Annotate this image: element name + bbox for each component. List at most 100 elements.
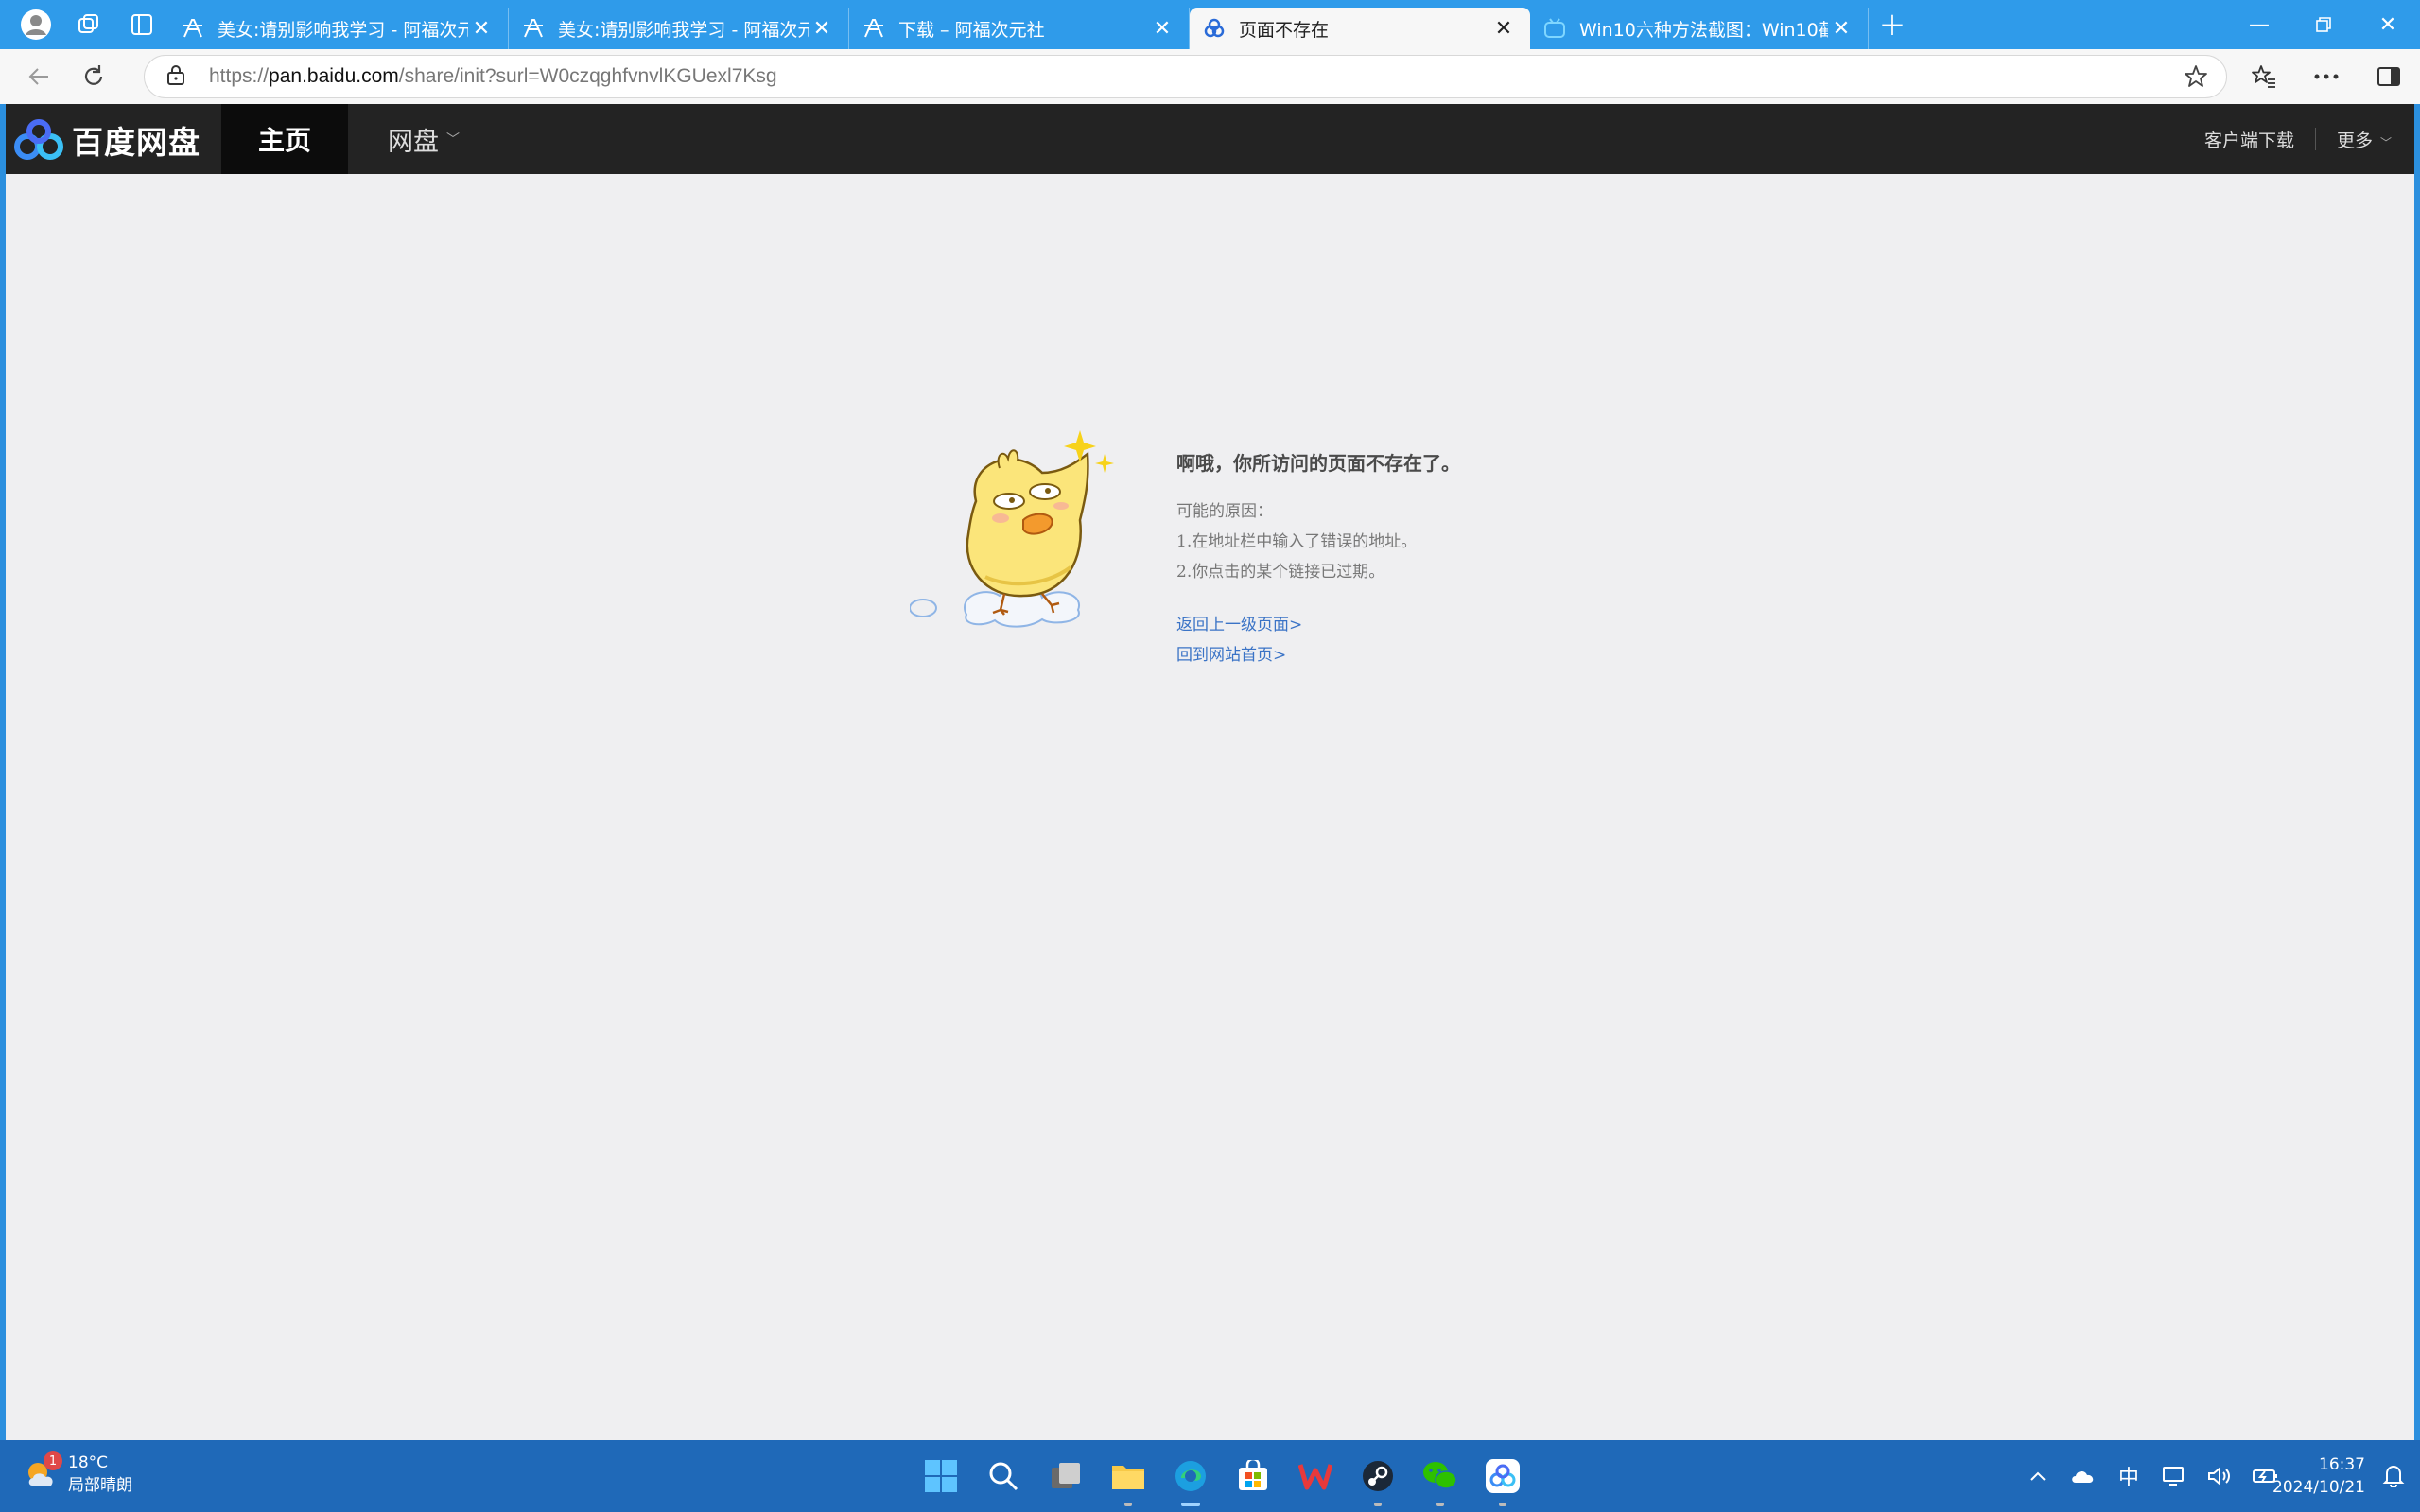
more-menu[interactable]: 更多 ﹀ [2337, 127, 2392, 152]
weather-description: 局部晴朗 [68, 1476, 132, 1495]
browser-tab-bar: 美女:请别影响我学习 - 阿福次元社 ✕ 美女:请别影响我学习 - 阿福次元社 … [0, 0, 2420, 49]
close-window-button[interactable]: ✕ [2356, 0, 2420, 49]
wechat-icon [1423, 1462, 1457, 1489]
start-button[interactable] [910, 1440, 972, 1512]
afu-site-icon [522, 17, 545, 40]
reason-label: 可能的原因： [1176, 502, 1273, 521]
header-divider [2314, 128, 2316, 150]
store-icon [1239, 1460, 1267, 1490]
sidebar-toggle-button[interactable] [2358, 49, 2420, 104]
speaker-icon [2208, 1466, 2230, 1486]
baidu-netdisk-icon [1486, 1459, 1520, 1493]
tab-actions-icon [131, 14, 152, 35]
url-text: https://pan.baidu.com/share/init?surl=W0… [209, 65, 777, 88]
back-button[interactable] [11, 49, 66, 104]
system-tray: 中 [2015, 1440, 2288, 1512]
active-indicator [1181, 1503, 1200, 1506]
task-view-icon [1052, 1463, 1080, 1488]
profile-button[interactable] [9, 0, 62, 49]
minimize-button[interactable]: — [2227, 0, 2291, 49]
chevron-up-icon [2030, 1471, 2046, 1481]
error-panel: 啊哦，你所访问的页面不存在了。 可能的原因： 1.在地址栏中输入了错误的地址。 … [910, 426, 1572, 785]
favorites-button[interactable] [2233, 49, 2295, 104]
network-tray-button[interactable] [2151, 1465, 2197, 1487]
error-title: 啊哦，你所访问的页面不存在了。 [1176, 452, 1460, 475]
network-icon [2163, 1467, 2184, 1486]
tab-1[interactable]: 美女:请别影响我学习 - 阿福次元社 ✕ [168, 8, 509, 49]
logo-text: 百度网盘 [72, 124, 200, 161]
close-tab-icon[interactable]: ✕ [809, 15, 835, 42]
file-explorer-app[interactable] [1097, 1440, 1159, 1512]
wechat-app[interactable] [1409, 1440, 1471, 1512]
tab-title: Win10六种方法截图：Win10截屏 [1579, 19, 1828, 41]
site-header: 百度网盘 主页 网盘 ﹀ 客户端下载 更多 ﹀ [6, 104, 2414, 174]
client-download-link[interactable]: 客户端下载 [2204, 127, 2294, 152]
tab-5[interactable]: Win10六种方法截图：Win10截屏 ✕ [1530, 8, 1869, 49]
weather-widget[interactable]: 1 18°C 局部晴朗 [23, 1451, 132, 1497]
refresh-button[interactable] [66, 49, 121, 104]
task-view-button[interactable] [1035, 1440, 1097, 1512]
afu-site-icon [182, 17, 204, 40]
steam-icon [1363, 1461, 1393, 1491]
windows-taskbar: 1 18°C 局部晴朗 中 16:37 2024/10/21 [0, 1440, 2420, 1512]
workspaces-icon [78, 14, 98, 33]
error-reasons: 可能的原因： 1.在地址栏中输入了错误的地址。 2.你点击的某个链接已过期。 [1176, 496, 1574, 587]
tab-3[interactable]: 下载 – 阿福次元社 ✕ [849, 8, 1190, 49]
favorite-star-icon[interactable] [2183, 63, 2209, 94]
back-to-home-link[interactable]: 回到网站首页> [1176, 640, 1574, 670]
volume-tray-button[interactable] [2197, 1466, 2242, 1486]
workspaces-button[interactable] [62, 0, 115, 49]
restore-button[interactable] [2291, 0, 2356, 49]
lock-icon [165, 63, 190, 90]
running-indicator [1436, 1503, 1444, 1506]
steam-app[interactable] [1347, 1440, 1409, 1512]
reason-2: 2.你点击的某个链接已过期。 [1176, 563, 1385, 582]
back-to-previous-link[interactable]: 返回上一级页面> [1176, 610, 1574, 640]
microsoft-store-app[interactable] [1222, 1440, 1284, 1512]
windows-start-icon [925, 1460, 957, 1492]
close-tab-icon[interactable]: ✕ [1149, 15, 1175, 42]
bilibili-icon [1543, 17, 1566, 40]
address-bar[interactable]: https://pan.baidu.com/share/init?surl=W0… [144, 55, 2227, 98]
baidu-pan-icon [1203, 17, 1226, 40]
chevron-down-icon: ﹀ [446, 132, 460, 148]
baidu-pan-logo[interactable]: 百度网盘 [13, 117, 200, 163]
tab-title: 页面不存在 [1239, 19, 1330, 41]
settings-more-button[interactable] [2295, 49, 2358, 104]
nav-home[interactable]: 主页 [221, 104, 348, 174]
taskbar-search-button[interactable] [972, 1440, 1035, 1512]
show-hidden-icons-button[interactable] [2015, 1470, 2061, 1482]
edge-browser-app[interactable] [1159, 1440, 1222, 1512]
edge-icon [1175, 1461, 1206, 1491]
more-menu-label: 更多 [2336, 130, 2373, 151]
reason-1: 1.在地址栏中输入了错误的地址。 [1176, 532, 1418, 551]
page-viewport: 百度网盘 主页 网盘 ﹀ 客户端下载 更多 ﹀ 啊哦，你所访问的页面不存在了。 … [6, 104, 2414, 1440]
nav-netdisk-dropdown[interactable]: 网盘 ﹀ [388, 104, 460, 174]
notification-bell-icon[interactable] [2382, 1463, 2405, 1491]
weather-badge: 1 [44, 1451, 62, 1470]
running-indicator [1124, 1503, 1132, 1506]
close-tab-icon[interactable]: ✕ [468, 15, 495, 42]
tab-title: 下载 – 阿福次元社 [898, 19, 1045, 41]
system-clock[interactable]: 16:37 2024/10/21 [2272, 1453, 2365, 1499]
arrow-left-icon [28, 68, 48, 85]
nav-netdisk-label: 网盘 [388, 127, 439, 157]
ime-indicator[interactable]: 中 [2106, 1461, 2151, 1491]
wps-office-app[interactable] [1284, 1440, 1347, 1512]
confused-chick-illustration [910, 430, 1114, 628]
tab-2[interactable]: 美女:请别影响我学习 - 阿福次元社 ✕ [509, 8, 849, 49]
onedrive-tray-button[interactable] [2061, 1468, 2106, 1485]
vertical-tabs-button[interactable] [115, 0, 168, 49]
baidu-netdisk-app[interactable] [1471, 1440, 1534, 1512]
onedrive-cloud-icon [2072, 1470, 2094, 1483]
close-tab-icon[interactable]: ✕ [1490, 15, 1517, 42]
close-tab-icon[interactable]: ✕ [1828, 15, 1854, 42]
tab-4-active[interactable]: 页面不存在 ✕ [1190, 8, 1530, 49]
wps-icon [1298, 1464, 1332, 1490]
profile-icon [21, 9, 51, 40]
new-tab-button[interactable]: + [1869, 0, 1916, 49]
tab-title: 美女:请别影响我学习 - 阿福次元社 [218, 19, 468, 41]
sidebar-icon [2377, 67, 2400, 86]
error-message-block: 啊哦，你所访问的页面不存在了。 可能的原因： 1.在地址栏中输入了错误的地址。 … [1176, 426, 1574, 670]
refresh-icon [84, 65, 103, 85]
